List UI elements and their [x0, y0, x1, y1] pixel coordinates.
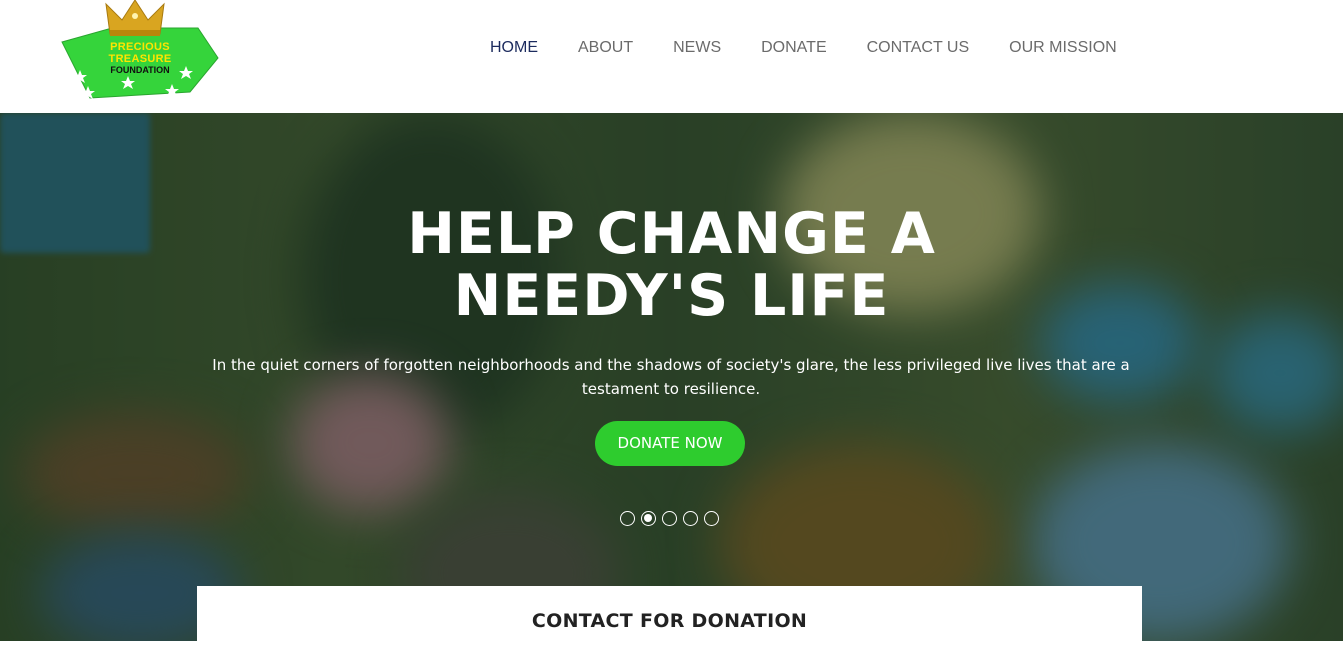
slider-dot[interactable]: [620, 511, 635, 526]
slider-dot[interactable]: [662, 511, 677, 526]
nav-our-mission[interactable]: OUR MISSION: [989, 38, 1137, 58]
hero-title-line2: NEEDY'S LIFE: [453, 263, 890, 329]
slider-dot-active[interactable]: [641, 511, 656, 526]
contact-donation-title: CONTACT FOR DONATION: [531, 610, 808, 632]
slider-dot[interactable]: [704, 511, 719, 526]
contact-donation-card: CONTACT FOR DONATION: [197, 586, 1142, 646]
nav-donate[interactable]: DONATE: [741, 38, 846, 58]
nav-home[interactable]: HOME: [470, 38, 558, 58]
hero-description: In the quiet corners of forgotten neighb…: [212, 356, 1130, 398]
nav-about[interactable]: ABOUT: [558, 38, 653, 58]
logo-text-precious: PRECIOUS: [110, 41, 170, 53]
hero-title: HELP CHANGE A NEEDY'S LIFE: [0, 203, 1343, 327]
foundation-logo[interactable]: PRECIOUS TREASURE FOUNDATION: [60, 0, 220, 100]
nav-contact-us[interactable]: CONTACT US: [847, 38, 990, 58]
nav-news[interactable]: NEWS: [653, 38, 741, 58]
donate-now-button[interactable]: DONATE NOW: [595, 421, 745, 466]
main-nav: HOME ABOUT NEWS DONATE CONTACT US OUR MI…: [470, 38, 1137, 58]
hero-title-line1: HELP CHANGE A: [407, 201, 936, 267]
logo-text-treasure: TREASURE: [108, 53, 172, 65]
site-header: PRECIOUS TREASURE FOUNDATION HOME ABOUT …: [0, 0, 1343, 113]
logo-text-foundation: FOUNDATION: [110, 65, 170, 75]
slider-pagination: [620, 511, 725, 526]
slider-dot[interactable]: [683, 511, 698, 526]
hero-slider: HELP CHANGE A NEEDY'S LIFE In the quiet …: [0, 113, 1343, 641]
